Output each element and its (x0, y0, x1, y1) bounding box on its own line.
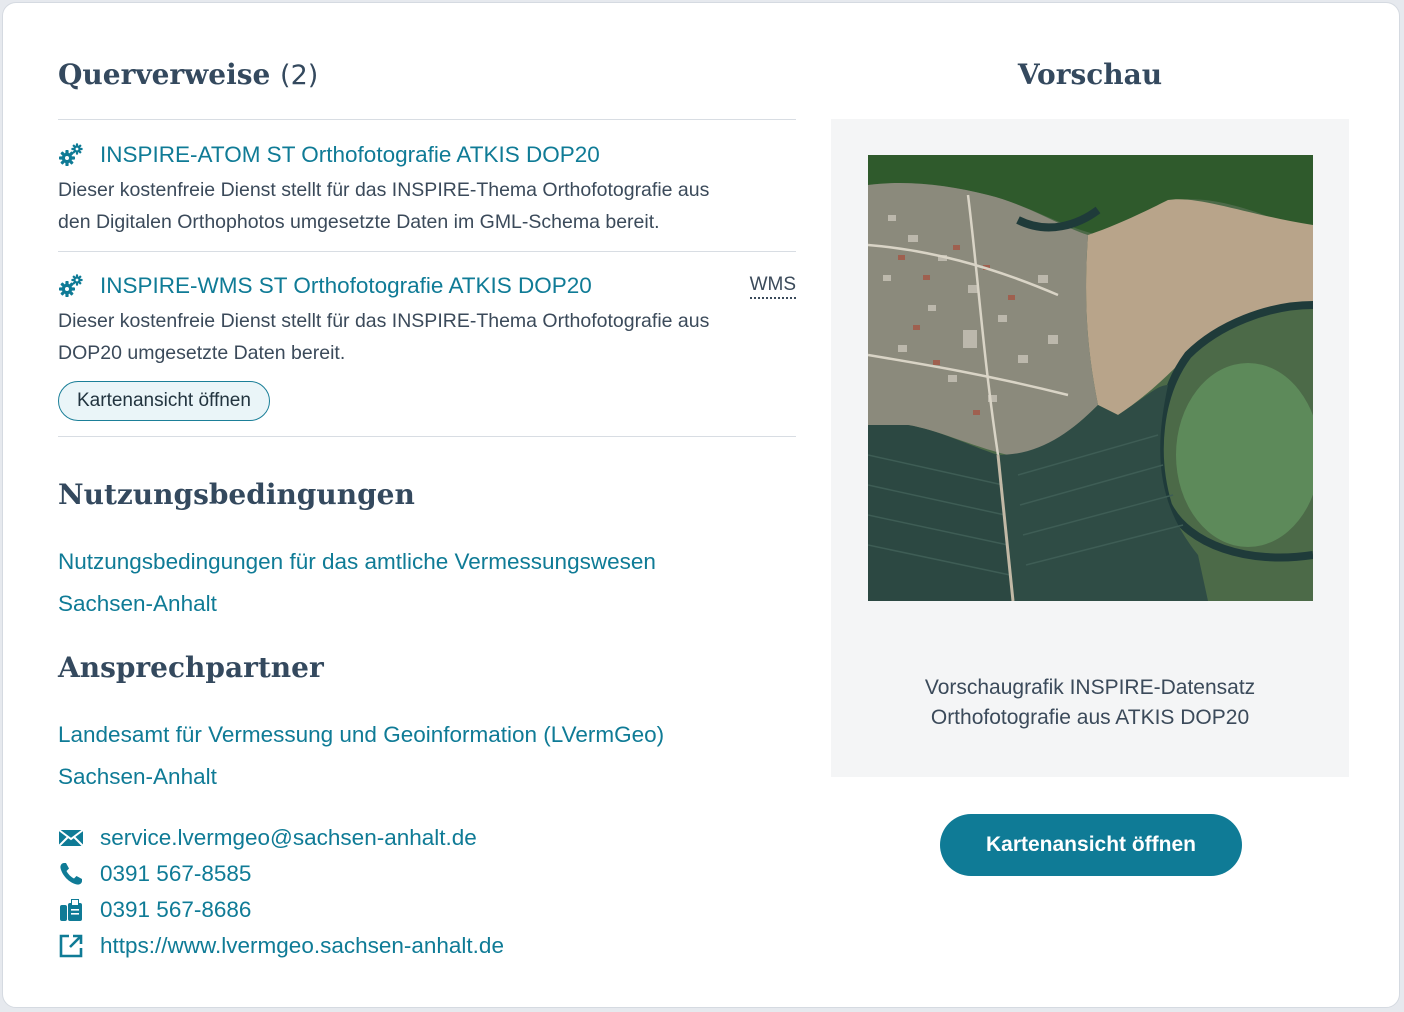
open-map-view-button-secondary[interactable]: Kartenansicht öffnen (58, 381, 270, 421)
divider (58, 119, 796, 120)
envelope-icon (58, 829, 84, 847)
terms-heading: Nutzungsbedingungen (58, 478, 415, 511)
contact-heading: Ansprechpartner (58, 651, 324, 684)
email-link[interactable]: service.lvermgeo@sachsen-anhalt.de (100, 825, 477, 851)
fax-link[interactable]: 0391 567-8686 (100, 897, 251, 923)
organization-link[interactable]: Landesamt für Vermessung und Geoinformat… (58, 714, 796, 798)
gears-icon (59, 143, 83, 166)
description-line: Dieser kostenfreie Dienst stellt für das… (58, 179, 710, 201)
contact-email: service.lvermgeo@sachsen-anhalt.de (58, 820, 504, 856)
fax-icon (60, 899, 82, 921)
description-line: Dieser kostenfreie Dienst stellt für das… (58, 310, 710, 332)
cross-reference-item: INSPIRE-WMS ST Orthofotografie ATKIS DOP… (58, 269, 796, 369)
external-link-icon (59, 934, 83, 958)
cross-references-heading: Querverweise (2) (58, 58, 318, 91)
wms-service-description: Dieser kostenfreie Dienst stellt für das… (58, 305, 796, 369)
cross-reference-item: INSPIRE-ATOM ST Orthofotografie ATKIS DO… (58, 138, 796, 238)
contact-phone: 0391 567-8585 (58, 856, 504, 892)
phone-icon (60, 863, 82, 885)
caption-line: Vorschaugrafik INSPIRE-Datensatz (924, 676, 1256, 699)
description-line: den Digitalen Orthophotos umgesetzte Dat… (58, 211, 660, 233)
organization-line: Sachsen-Anhalt (58, 764, 217, 789)
terms-link-line: Nutzungsbedingungen für das amtliche Ver… (58, 549, 656, 574)
contact-website: https://www.lvermgeo.sachsen-anhalt.de (58, 928, 504, 964)
caption-line: Orthofotografie aus ATKIS DOP20 (930, 706, 1250, 729)
phone-link[interactable]: 0391 567-8585 (100, 861, 251, 887)
description-line: DOP20 umgesetzte Daten bereit. (58, 342, 346, 364)
cross-reference-title-row: INSPIRE-WMS ST Orthofotografie ATKIS DOP… (58, 269, 796, 303)
preview-heading: Vorschau (1017, 58, 1163, 91)
contact-fax: 0391 567-8686 (58, 892, 504, 928)
orthophoto-preview-image (868, 155, 1313, 601)
preview-caption: Vorschaugrafik INSPIRE-Datensatz Orthofo… (831, 673, 1349, 733)
wms-service-link[interactable]: INSPIRE-WMS ST Orthofotografie ATKIS DOP… (100, 273, 750, 299)
gears-icon (59, 274, 83, 297)
cross-references-title: Querverweise (58, 58, 271, 91)
organization-line: Landesamt für Vermessung und Geoinformat… (58, 722, 665, 747)
atom-service-description: Dieser kostenfreie Dienst stellt für das… (58, 174, 796, 238)
contact-list: service.lvermgeo@sachsen-anhalt.de 0391 … (58, 820, 504, 964)
divider (58, 436, 796, 437)
terms-link-line: Sachsen-Anhalt (58, 591, 217, 616)
terms-link[interactable]: Nutzungsbedingungen für das amtliche Ver… (58, 541, 796, 625)
website-link[interactable]: https://www.lvermgeo.sachsen-anhalt.de (100, 933, 504, 959)
open-map-view-button[interactable]: Kartenansicht öffnen (940, 814, 1242, 876)
divider (58, 251, 796, 252)
cross-references-count: (2) (280, 60, 319, 91)
wms-badge: WMS (749, 274, 796, 299)
cross-reference-title-row: INSPIRE-ATOM ST Orthofotografie ATKIS DO… (58, 138, 796, 172)
preview-panel: Vorschaugrafik INSPIRE-Datensatz Orthofo… (831, 119, 1349, 777)
details-card: Querverweise (2) INSPIRE-ATOM ST Orthofo… (2, 2, 1400, 1008)
atom-service-link[interactable]: INSPIRE-ATOM ST Orthofotografie ATKIS DO… (100, 142, 796, 168)
